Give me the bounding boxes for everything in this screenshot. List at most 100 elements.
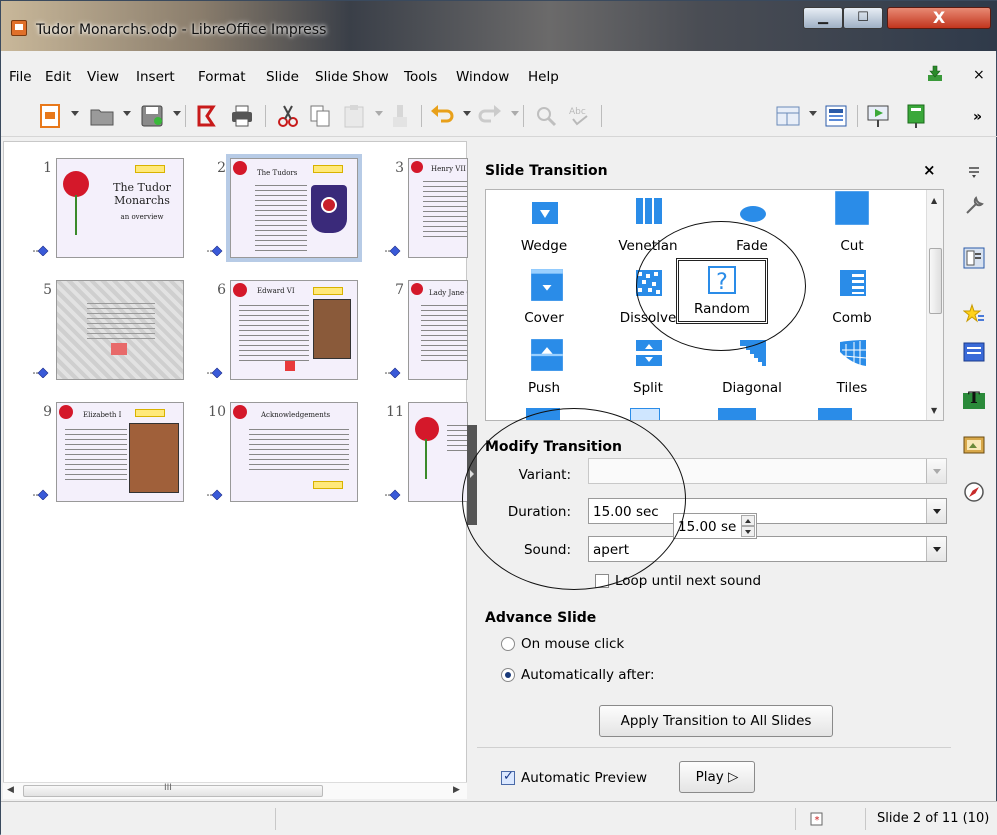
close-panel-icon[interactable]: × — [923, 161, 936, 179]
transition-venetian[interactable]: Venetian — [598, 196, 698, 266]
undo-icon[interactable] — [429, 103, 455, 129]
transition-indicator-icon[interactable] — [384, 488, 402, 500]
transition-indicator-icon[interactable] — [32, 366, 50, 378]
transition-wedge[interactable]: Wedge — [494, 196, 594, 266]
close-document-icon[interactable]: × — [973, 67, 985, 83]
master-slide-icon[interactable] — [823, 103, 849, 129]
slide-transition-icon[interactable] — [963, 341, 985, 363]
duration-select[interactable]: 15.00 sec — [588, 498, 947, 524]
menu-view[interactable]: View — [87, 69, 119, 85]
sidebar-menu-icon[interactable] — [963, 159, 985, 181]
transition-cut[interactable]: Cut — [802, 191, 902, 266]
save-dropdown-icon[interactable] — [173, 111, 181, 116]
menu-tools[interactable]: Tools — [404, 69, 437, 85]
menu-window[interactable]: Window — [456, 69, 509, 85]
scroll-down-icon[interactable]: ▼ — [931, 406, 937, 415]
scroll-left-icon[interactable]: ◀ — [7, 785, 14, 795]
transition-split[interactable]: Split — [598, 338, 698, 408]
pane-splitter-handle[interactable] — [467, 425, 477, 525]
play-button[interactable]: Play ▷ — [679, 761, 755, 793]
spin-down-icon[interactable] — [741, 526, 755, 537]
transition-indicator-icon[interactable] — [206, 244, 224, 256]
transition-indicator-icon[interactable] — [384, 244, 402, 256]
undo-dropdown-icon[interactable] — [463, 111, 471, 116]
menu-insert[interactable]: Insert — [136, 69, 175, 85]
open-dropdown-icon[interactable] — [123, 111, 131, 116]
slide-thumbnail-7[interactable]: 7 Lady Jane Gr — [385, 280, 468, 380]
duration-dropdown-icon[interactable] — [926, 499, 946, 523]
transition-indicator-icon[interactable] — [32, 244, 50, 256]
menu-format[interactable]: Format — [198, 69, 246, 85]
sound-dropdown-icon[interactable] — [926, 537, 946, 561]
gallery-scrollbar[interactable]: ▲ ▼ — [926, 190, 943, 420]
display-views-icon[interactable] — [775, 103, 801, 129]
copy-icon[interactable] — [307, 103, 333, 129]
menu-file[interactable]: File — [9, 69, 32, 85]
transition-comb[interactable]: Comb — [802, 268, 902, 338]
styles-icon[interactable]: T — [963, 387, 985, 409]
menu-edit[interactable]: Edit — [45, 69, 71, 85]
transition-indicator-icon[interactable] — [384, 366, 402, 378]
transition-cover[interactable]: Cover — [494, 268, 594, 338]
variant-dropdown-icon[interactable] — [926, 459, 946, 483]
slideshow-from-current-icon[interactable] — [903, 103, 929, 129]
save-icon[interactable] — [139, 103, 165, 129]
cut-scissors-icon[interactable] — [275, 103, 301, 129]
on-mouse-click-radio[interactable] — [501, 637, 515, 651]
navigator-compass-icon[interactable] — [963, 481, 985, 503]
properties-wrench-icon[interactable] — [963, 195, 985, 217]
slide-thumbnail-1[interactable]: 1 The Tudor Monarchs an overview — [33, 158, 184, 258]
display-views-dropdown-icon[interactable] — [809, 111, 817, 116]
scroll-up-icon[interactable]: ▲ — [931, 196, 937, 205]
auto-advance-spinner[interactable]: 15.00 sec — [673, 513, 757, 539]
slide-thumbnail-9[interactable]: 9 Elizabeth I — [33, 402, 184, 502]
transition-random[interactable]: ? Random — [676, 258, 768, 324]
spin-up-icon[interactable] — [741, 515, 755, 526]
master-slides-icon[interactable] — [963, 247, 985, 269]
horizontal-scrollbar[interactable]: ◀ III ▶ — [3, 782, 467, 799]
find-replace-icon[interactable] — [533, 103, 559, 129]
start-slideshow-icon[interactable] — [865, 103, 891, 129]
slide-thumbnail-5[interactable]: 5 — [33, 280, 184, 380]
new-dropdown-icon[interactable] — [71, 111, 79, 116]
apply-to-all-slides-button[interactable]: Apply Transition to All Slides — [599, 705, 833, 737]
print-icon[interactable] — [229, 103, 255, 129]
paste-icon[interactable] — [341, 103, 367, 129]
scroll-right-icon[interactable]: ▶ — [453, 785, 460, 795]
slide-thumbnail-3[interactable]: 3 Henry VII — [385, 158, 468, 258]
clone-formatting-icon[interactable] — [387, 103, 413, 129]
gallery-scroll-thumb[interactable] — [929, 248, 942, 314]
redo-dropdown-icon[interactable] — [511, 111, 519, 116]
transition-indicator-icon[interactable] — [32, 488, 50, 500]
menu-slide[interactable]: Slide — [266, 69, 299, 85]
transition-push[interactable]: Push — [494, 338, 594, 408]
variant-select[interactable] — [588, 458, 947, 484]
transition-indicator-icon[interactable] — [206, 366, 224, 378]
document-modified-indicator[interactable]: * — [795, 808, 839, 830]
redo-icon[interactable] — [477, 103, 503, 129]
minimize-button[interactable]: ▁ — [803, 7, 843, 29]
loop-sound-checkbox[interactable] — [595, 574, 609, 588]
gallery-icon[interactable] — [963, 433, 985, 455]
spelling-icon[interactable]: Abc — [567, 103, 593, 129]
open-folder-icon[interactable] — [89, 103, 115, 129]
transition-diagonal[interactable]: Diagonal — [702, 338, 802, 408]
slide-thumbnail-11[interactable]: 11 — [385, 402, 468, 502]
automatic-preview-checkbox[interactable] — [501, 769, 515, 785]
maximize-button[interactable]: ☐ — [843, 7, 883, 29]
new-document-icon[interactable] — [37, 103, 63, 129]
slide-thumbnail-10[interactable]: 10 Acknowledgements — [207, 402, 358, 502]
paste-dropdown-icon[interactable] — [375, 111, 383, 116]
extension-update-icon[interactable] — [926, 65, 944, 83]
scroll-thumb[interactable]: III — [23, 783, 323, 797]
transition-indicator-icon[interactable] — [206, 488, 224, 500]
toolbar-overflow-icon[interactable]: » — [973, 109, 982, 125]
custom-animation-star-icon[interactable] — [963, 303, 985, 325]
close-window-button[interactable]: X — [887, 7, 991, 29]
automatically-after-radio[interactable] — [501, 668, 515, 682]
menu-slide-show[interactable]: Slide Show — [315, 69, 389, 85]
transition-tiles[interactable]: Tiles — [802, 338, 902, 408]
slide-sorter-pane[interactable]: 1 The Tudor Monarchs an overview 2 The T… — [3, 141, 468, 796]
sound-select[interactable]: apert — [588, 536, 947, 562]
menu-help[interactable]: Help — [528, 69, 559, 85]
